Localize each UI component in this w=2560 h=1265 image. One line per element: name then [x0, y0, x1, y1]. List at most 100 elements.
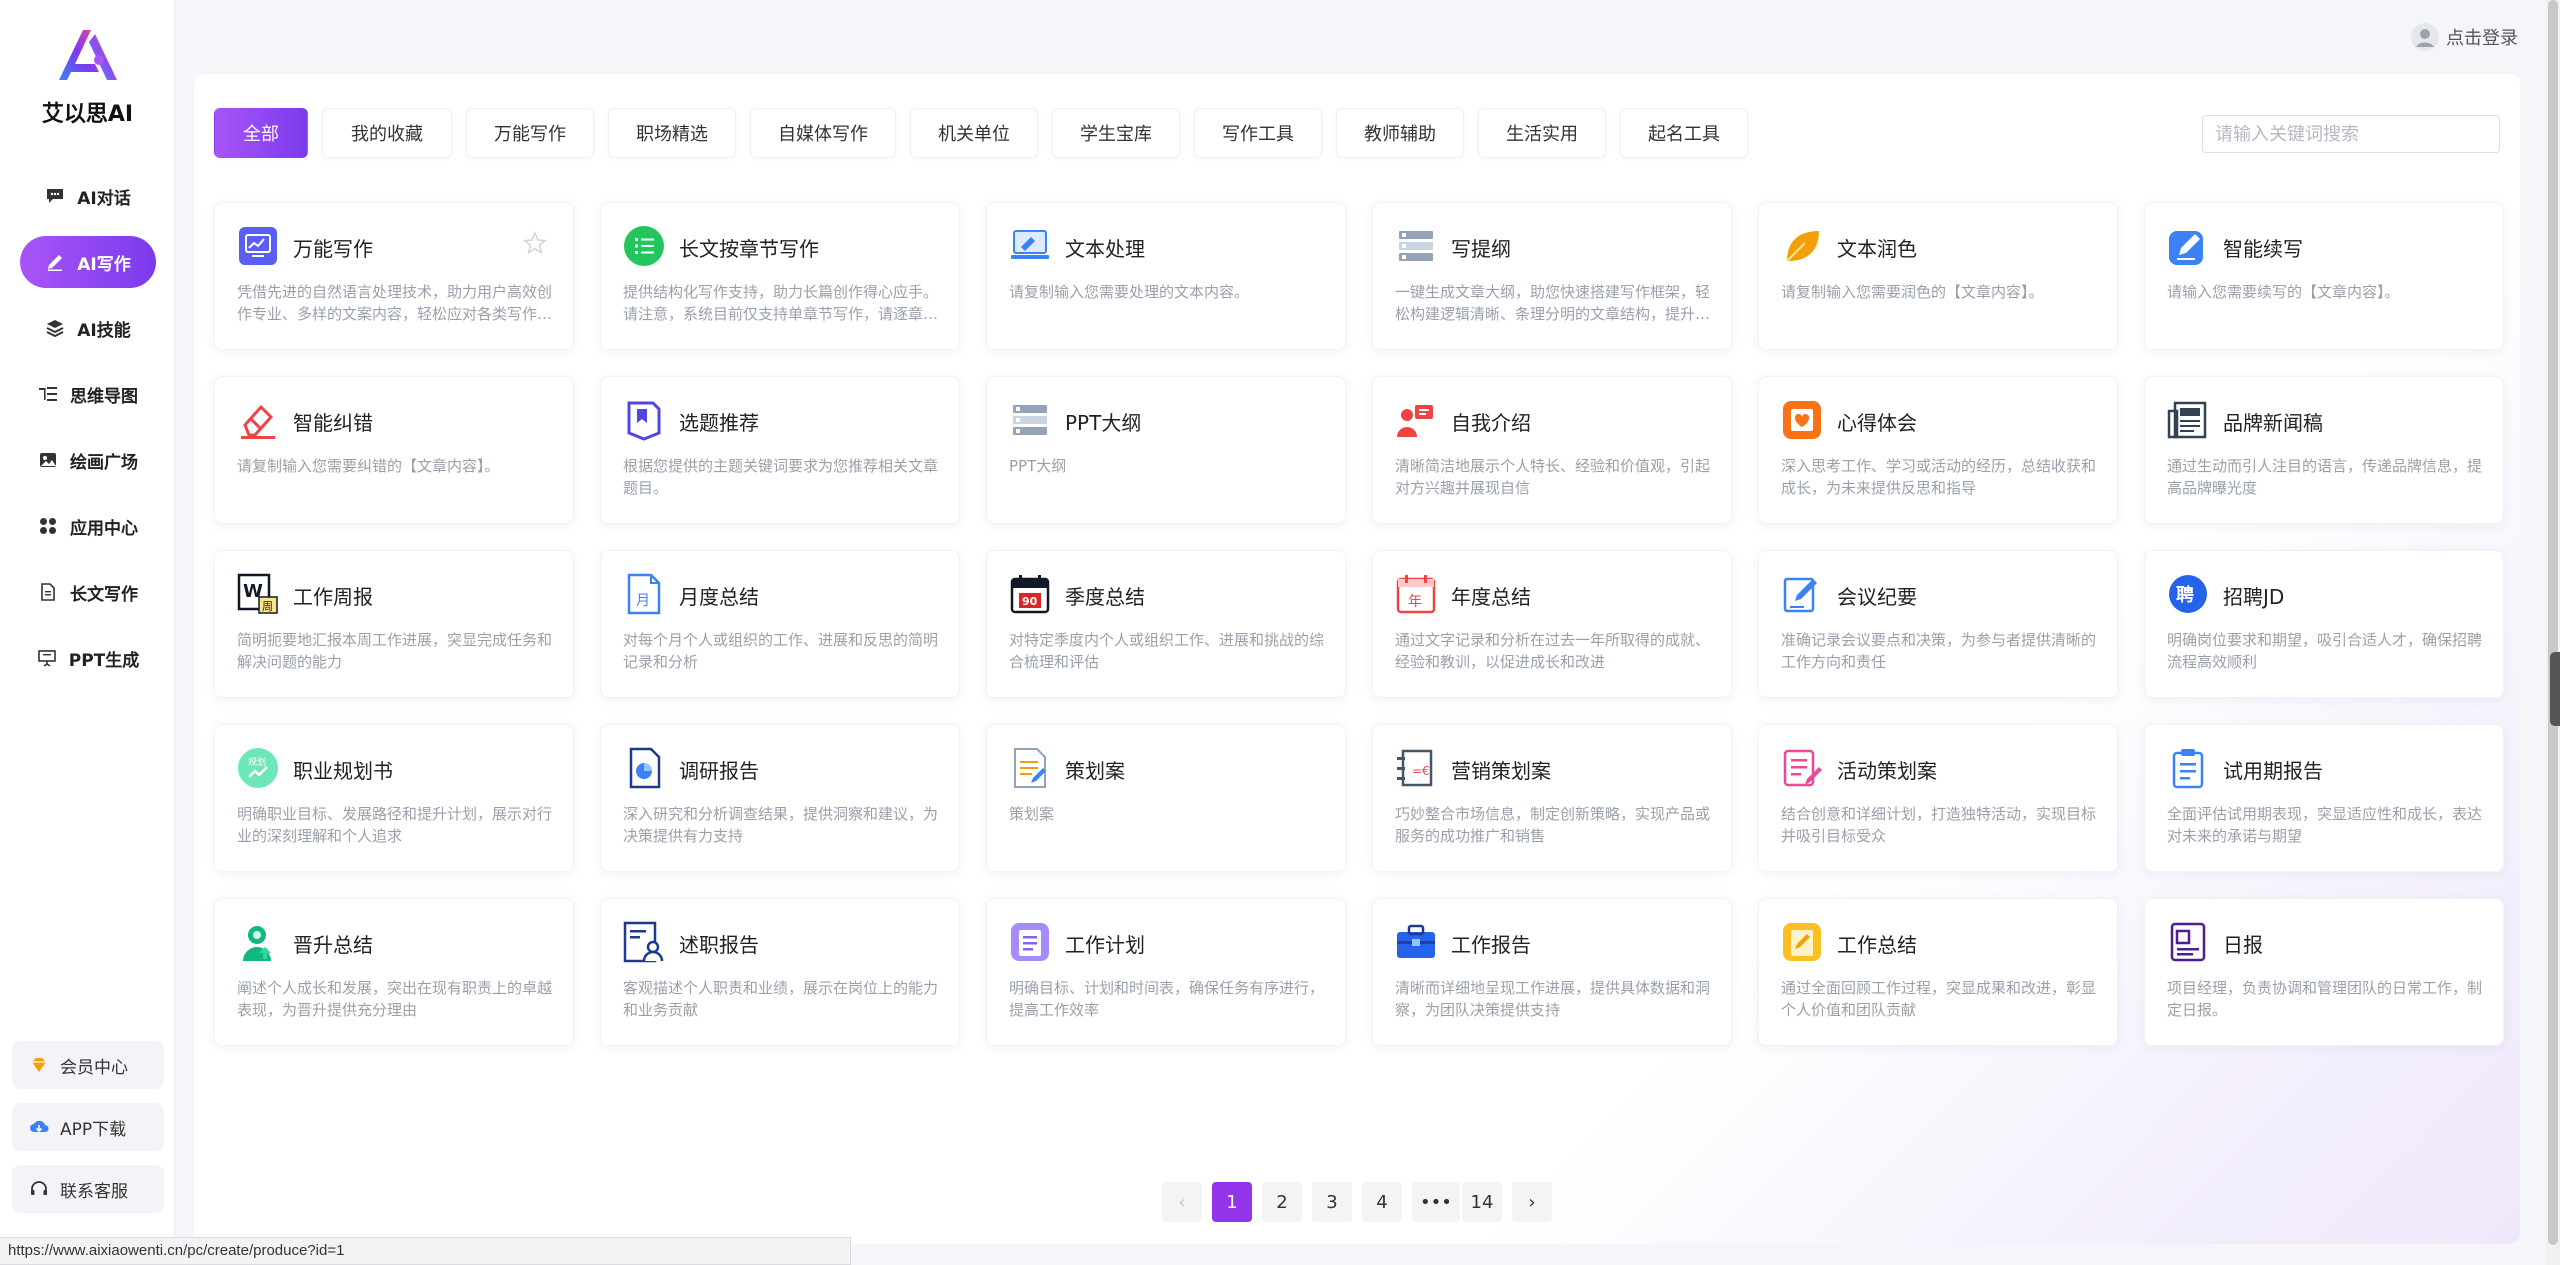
- next-page-button[interactable]: ›: [1512, 1182, 1552, 1222]
- tool-title: 万能写作: [293, 237, 373, 261]
- promotion-icon: [243, 926, 271, 961]
- app-download-button[interactable]: APP下载: [12, 1103, 164, 1151]
- tab-label: 万能写作: [494, 124, 566, 145]
- tool-card[interactable]: 工作计划 明确目标、计划和时间表，确保任务有序进行，提高工作效率: [986, 898, 1346, 1046]
- tool-desc: 对每个月个人或组织的工作、进展和反思的简明记录和分析: [623, 631, 939, 671]
- login-link[interactable]: 点击登录: [2410, 22, 2518, 52]
- tool-card[interactable]: 规划 职业规划书 明确职业目标、发展路径和提升计划，展示对行业的深刻理解和个人追…: [214, 724, 574, 872]
- tool-card[interactable]: 日报 项目经理，负责协调和管理团队的日常工作，制定日报。: [2144, 898, 2504, 1046]
- tool-title: 写提纲: [1451, 237, 1511, 261]
- page-scrollbar[interactable]: [2546, 0, 2560, 1265]
- nav-item-ai-writing[interactable]: AI写作: [20, 236, 156, 288]
- tool-card[interactable]: 策划案 策划案: [986, 724, 1346, 872]
- nav-label: AI技能: [77, 320, 131, 341]
- favorite-star-icon[interactable]: [523, 231, 547, 255]
- tab-label: 职场精选: [636, 124, 708, 145]
- tool-card[interactable]: 年 年度总结 通过文字记录和分析在过去一年所取得的成就、经验和教训，以促进成长和…: [1372, 550, 1732, 698]
- search-input[interactable]: [2202, 115, 2500, 153]
- tool-card[interactable]: 长文按章节写作 提供结构化写作支持，助力长篇创作得心应手。请注意，系统目前仅支持…: [600, 202, 960, 350]
- nav-item-mindmap[interactable]: 思维导图: [20, 368, 156, 420]
- brand[interactable]: 艾以思AI: [0, 24, 175, 128]
- side-drawer-handle[interactable]: [2550, 652, 2560, 726]
- tool-title: 策划案: [1065, 759, 1125, 783]
- tab-universal-writing[interactable]: 万能写作: [466, 108, 594, 158]
- page-button[interactable]: 1: [1212, 1182, 1252, 1222]
- tool-card[interactable]: 活动策划案 结合创意和详细计划，打造独特活动，实现目标并吸引目标受众: [1758, 724, 2118, 872]
- page-button[interactable]: 2: [1262, 1182, 1302, 1222]
- nav-item-ppt[interactable]: PPT生成: [20, 632, 156, 684]
- prev-arrow-icon: ‹: [1178, 1191, 1186, 1213]
- tool-card[interactable]: 工作报告 清晰而详细地呈现工作进展，提供具体数据和洞察，为团队决策提供支持: [1372, 898, 1732, 1046]
- tool-card[interactable]: 会议纪要 准确记录会议要点和决策，为参与者提供清晰的工作方向和责任: [1758, 550, 2118, 698]
- tool-card[interactable]: 述职报告 客观描述个人职责和业绩，展示在岗位上的能力和业务贡献: [600, 898, 960, 1046]
- nav-item-ai-chat[interactable]: AI对话: [20, 170, 156, 222]
- tab-naming[interactable]: 起名工具: [1620, 108, 1748, 158]
- briefcase-icon: [1397, 924, 1435, 958]
- page-button[interactable]: 3: [1312, 1182, 1352, 1222]
- tool-card[interactable]: 品牌新闻稿 通过生动而引人注目的语言，传递品牌信息，提高品牌曝光度: [2144, 376, 2504, 524]
- tool-desc: 明确职业目标、发展路径和提升计划，展示对行业的深刻理解和个人追求: [237, 805, 553, 845]
- more-pages-button[interactable]: •••: [1412, 1182, 1460, 1222]
- nav-label: 思维导图: [70, 386, 138, 407]
- scrollbar-thumb[interactable]: [2548, 0, 2558, 1245]
- tool-desc: 对特定季度内个人或组织工作、进展和挑战的综合梳理和评估: [1009, 631, 1325, 671]
- tool-card[interactable]: 文本润色 请复制输入您需要润色的【文章内容】。: [1758, 202, 2118, 350]
- summary-icon: [1783, 923, 1821, 961]
- tool-card[interactable]: 试用期报告 全面评估试用期表现，突显适应性和成长，表达对未来的承诺与期望: [2144, 724, 2504, 872]
- tool-card[interactable]: PPT大纲 PPT大纲: [986, 376, 1346, 524]
- plan-list-icon: [1011, 923, 1049, 961]
- tool-card[interactable]: 月 月度总结 对每个月个人或组织的工作、进展和反思的简明记录和分析: [600, 550, 960, 698]
- tab-students[interactable]: 学生宝库: [1052, 108, 1180, 158]
- nav-item-long-writing[interactable]: 长文写作: [20, 566, 156, 618]
- page-number: 2: [1276, 1191, 1288, 1213]
- page-button[interactable]: 14: [1462, 1182, 1502, 1222]
- tool-card[interactable]: 写提纲 一键生成文章大纲，助您快速搭建写作框架，轻松构建逻辑清晰、条理分明的文章…: [1372, 202, 1732, 350]
- tab-teacher[interactable]: 教师辅助: [1336, 108, 1464, 158]
- tool-card[interactable]: 心得体会 深入思考工作、学习或活动的经历，总结收获和成长，为未来提供反思和指导: [1758, 376, 2118, 524]
- edit-doc-icon: [1783, 577, 1817, 613]
- tool-desc: 明确目标、计划和时间表，确保任务有序进行，提高工作效率: [1009, 979, 1325, 1019]
- tab-label: 我的收藏: [351, 124, 423, 145]
- mindmap-icon: [38, 384, 58, 404]
- tab-workplace[interactable]: 职场精选: [608, 108, 736, 158]
- tool-card[interactable]: 聘 招聘JD 明确岗位要求和期望，吸引合适人才，确保招聘流程高效顺利: [2144, 550, 2504, 698]
- tab-writing-tools[interactable]: 写作工具: [1194, 108, 1322, 158]
- tool-card[interactable]: =€ 营销策划案 巧妙整合市场信息，制定创新策略，实现产品或服务的成功推广和销售: [1372, 724, 1732, 872]
- tool-card[interactable]: 智能续写 请输入您需要续写的【文章内容】。: [2144, 202, 2504, 350]
- tab-self-media[interactable]: 自媒体写作: [750, 108, 896, 158]
- tool-card[interactable]: 90 季度总结 对特定季度内个人或组织工作、进展和挑战的综合梳理和评估: [986, 550, 1346, 698]
- prev-page-button[interactable]: ‹: [1162, 1182, 1202, 1222]
- tab-favorites[interactable]: 我的收藏: [322, 108, 452, 158]
- tab-all[interactable]: 全部: [214, 108, 308, 158]
- svg-text:周: 周: [262, 600, 273, 613]
- tool-card[interactable]: 万能写作 凭借先进的自然语言处理技术，助力用户高效创作专业、多样的文案内容，轻松…: [214, 202, 574, 350]
- contact-support-button[interactable]: 联系客服: [12, 1165, 164, 1213]
- tab-government[interactable]: 机关单位: [910, 108, 1038, 158]
- presentation-icon: [37, 648, 57, 668]
- tool-desc: 请复制输入您需要润色的【文章内容】。: [1781, 283, 2044, 301]
- nav-item-drawing-square[interactable]: 绘画广场: [20, 434, 156, 486]
- member-center-button[interactable]: 会员中心: [12, 1041, 164, 1089]
- tool-card[interactable]: W周 工作周报 简明扼要地汇报本周工作进展，突显完成任务和解决问题的能力: [214, 550, 574, 698]
- tool-card[interactable]: 晋升总结 阐述个人成长和发展，突出在现有职责上的卓越表现，为晋升提供充分理由: [214, 898, 574, 1046]
- user-avatar-icon: [2411, 23, 2439, 51]
- tool-title: 工作周报: [293, 585, 373, 609]
- tool-card[interactable]: 文本处理 请复制输入您需要处理的文本内容。: [986, 202, 1346, 350]
- tool-card[interactable]: 自我介绍 清晰简洁地展示个人特长、经验和价值观，引起对方兴趣并展现自信: [1372, 376, 1732, 524]
- tool-card[interactable]: 调研报告 深入研究和分析调查结果，提供洞察和建议，为决策提供有力支持: [600, 724, 960, 872]
- tool-desc: 根据您提供的主题关键词要求为您推荐相关文章题目。: [623, 457, 939, 497]
- browser-status-bar: https://www.aixiaowenti.cn/pc/create/pro…: [0, 1237, 851, 1265]
- tool-card[interactable]: 智能纠错 请复制输入您需要纠错的【文章内容】。: [214, 376, 574, 524]
- pen-square-icon: [2169, 231, 2203, 265]
- tool-card[interactable]: 选题推荐 根据您提供的主题关键词要求为您推荐相关文章题目。: [600, 376, 960, 524]
- sidebar: 艾以思AI AI对话 AI写作 AI技能 思维导图 绘画广场 应用中心 长文写作…: [0, 0, 175, 1265]
- nav-item-app-center[interactable]: 应用中心: [20, 500, 156, 552]
- nav-item-ai-skills[interactable]: AI技能: [20, 302, 156, 354]
- tool-desc: 项目经理，负责协调和管理团队的日常工作，制定日报。: [2167, 979, 2483, 1019]
- tool-card[interactable]: 工作总结 通过全面回顾工作过程，突显成果和改进，彰显个人价值和团队贡献: [1758, 898, 2118, 1046]
- tool-title: 晋升总结: [293, 933, 373, 957]
- tool-title: 季度总结: [1065, 585, 1145, 609]
- page-button[interactable]: 4: [1362, 1182, 1402, 1222]
- tab-life[interactable]: 生活实用: [1478, 108, 1606, 158]
- svg-text:月: 月: [636, 593, 650, 609]
